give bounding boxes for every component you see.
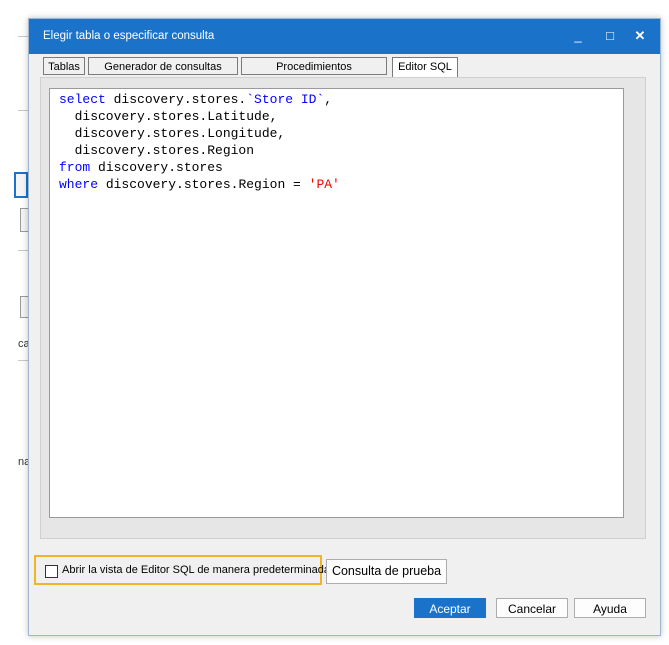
bg-divider (18, 36, 28, 37)
sql-text: discovery.stores.Latitude, (59, 109, 278, 124)
choose-table-dialog: Elegir tabla o especificar consulta _ □ … (28, 18, 661, 636)
sql-editor[interactable]: select discovery.stores.`Store ID`, disc… (49, 88, 624, 518)
tab-stored-procedures[interactable]: Procedimientos almacenados (241, 57, 387, 91)
sql-keyword: from (59, 160, 91, 175)
maximize-icon[interactable]: □ (598, 25, 622, 47)
sql-text: discovery.stores. (105, 92, 247, 107)
sql-text: discovery.stores.Longitude, (59, 126, 286, 141)
sql-keyword: where (59, 177, 99, 192)
bg-divider (18, 110, 28, 111)
bg-input (14, 172, 28, 198)
default-sql-view-option[interactable]: Abrir la vista de Editor SQL de manera p… (34, 555, 330, 585)
tab-sql-editor[interactable]: Editor SQL (392, 57, 458, 78)
sql-identifier: `Store ID` (246, 92, 325, 107)
default-sql-view-label[interactable]: Abrir la vista de Editor SQL de manera p… (62, 564, 330, 576)
default-sql-view-checkbox[interactable] (45, 565, 58, 578)
test-query-button[interactable]: Consulta de prueba (326, 559, 447, 584)
sql-text: discovery.stores (90, 160, 223, 175)
bg-divider (18, 250, 28, 251)
sql-editor-panel: select discovery.stores.`Store ID`, disc… (40, 77, 646, 539)
sql-string-literal: 'PA' (308, 177, 340, 192)
background-app: ca na (0, 0, 30, 645)
tab-visual-query-builder[interactable]: Generador de consultas visual (88, 57, 238, 91)
sql-keyword: select (59, 92, 106, 107)
help-button[interactable]: Ayuda (574, 598, 646, 618)
sql-text: , (324, 92, 333, 107)
bg-divider (18, 360, 28, 361)
sql-text: discovery.stores.Region = (98, 177, 309, 192)
cancel-button[interactable]: Cancelar (496, 598, 568, 618)
dialog-title: Elegir tabla o especificar consulta (43, 30, 215, 42)
accept-button[interactable]: Aceptar (414, 598, 486, 618)
minimize-icon[interactable]: _ (566, 25, 590, 47)
dialog-titlebar: Elegir tabla o especificar consulta _ □ … (29, 19, 660, 54)
sql-text: discovery.stores.Region (59, 143, 255, 158)
close-icon[interactable]: ✕ (628, 25, 652, 47)
tab-tables[interactable]: Tablas (43, 57, 85, 75)
